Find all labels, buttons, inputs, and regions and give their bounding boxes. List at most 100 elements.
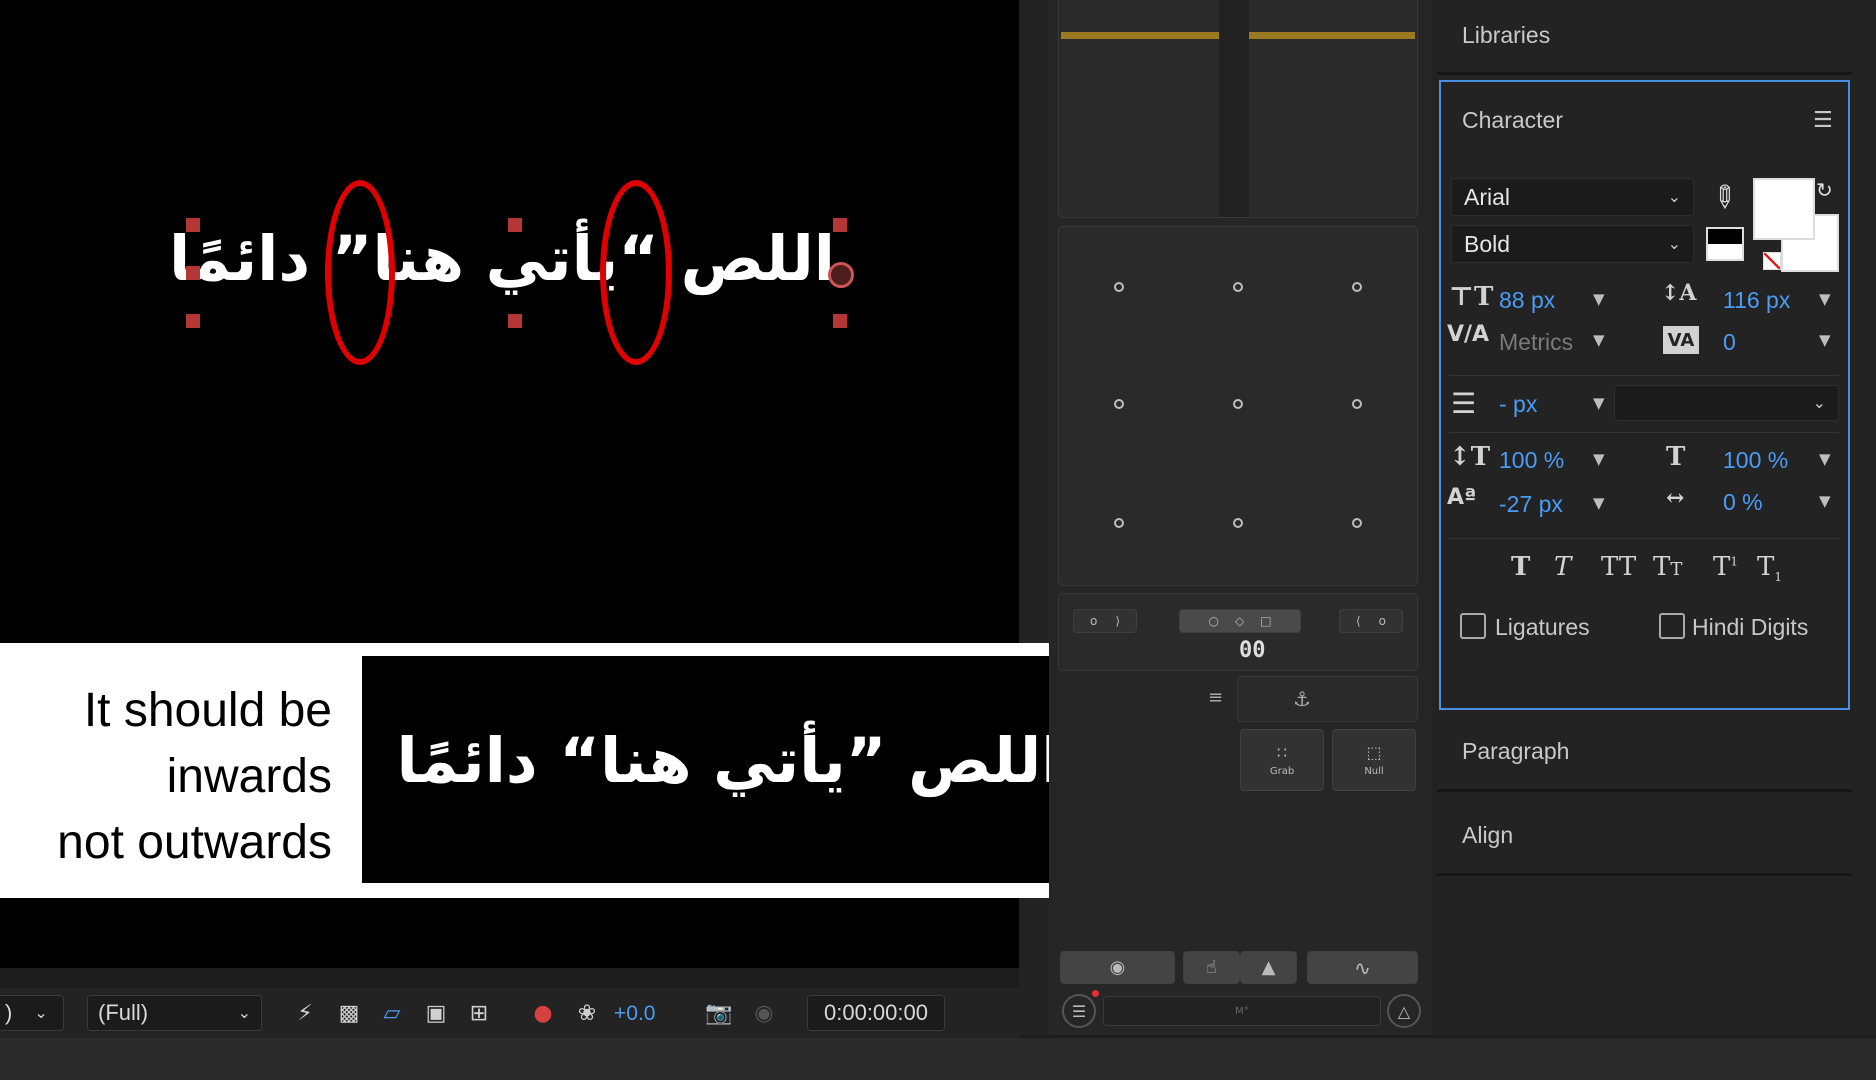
pin-strip: ≡ ⚓ — [1208, 676, 1418, 722]
null-label: Null — [1364, 766, 1384, 777]
view-button[interactable]: ◉ — [1060, 951, 1175, 984]
grid-dot[interactable] — [1233, 399, 1243, 409]
right-toggle-button[interactable]: ⟨ o — [1339, 609, 1403, 633]
black-white-swatch[interactable] — [1706, 227, 1744, 261]
curve-icon: ∿ — [1354, 955, 1371, 980]
grid-guides-icon[interactable]: ⊞ — [463, 997, 495, 1029]
alignment-grid — [1058, 226, 1418, 586]
character-panel: Character ☰ Arial ⌄ Bold ⌄ ✎ ↻ ⊤T 88 px … — [1439, 80, 1850, 710]
separator — [1437, 72, 1852, 75]
grid-dot[interactable] — [1114, 282, 1124, 292]
grid-dot[interactable] — [1233, 282, 1243, 292]
tracking-dropdown-icon[interactable]: ▼ — [1819, 331, 1831, 349]
fast-previews-icon[interactable]: ⚡ — [289, 997, 321, 1029]
small-caps-icon[interactable]: TT — [1653, 552, 1682, 582]
bbox-handle-bottom-mid[interactable] — [508, 314, 522, 328]
font-style-dropdown[interactable]: Bold ⌄ — [1451, 225, 1694, 263]
bbox-handle-top-mid[interactable] — [508, 218, 522, 232]
horizontal-scale-dropdown-icon[interactable]: ▼ — [1819, 450, 1831, 468]
annotation-text: It should be inwards not outwards — [10, 678, 332, 876]
align-tab[interactable]: Align — [1462, 822, 1513, 849]
stamp-tool-button[interactable]: ▲ — [1240, 951, 1297, 984]
vertical-scale-dropdown-icon[interactable]: ▼ — [1593, 450, 1605, 468]
horizontal-scale-value[interactable]: 100 % — [1723, 447, 1788, 474]
tracking-value[interactable]: 0 — [1723, 329, 1736, 356]
kerning-value[interactable]: Metrics — [1499, 329, 1573, 356]
grab-button[interactable]: ∷ Grab — [1240, 729, 1324, 791]
curve-button[interactable]: ∿ — [1307, 951, 1418, 984]
grid-dot[interactable] — [1233, 518, 1243, 528]
vertical-scale-value[interactable]: 100 % — [1499, 447, 1564, 474]
grid-dot[interactable] — [1352, 518, 1362, 528]
bbox-handle-top-left[interactable] — [186, 218, 200, 232]
anchor-icon[interactable]: ⚓ — [1293, 687, 1311, 711]
font-size-dropdown-icon[interactable]: ▼ — [1593, 290, 1605, 308]
stroke-width-value[interactable]: - px — [1499, 391, 1537, 418]
right-toggle-label: o — [1378, 614, 1387, 628]
arabic-text-layer[interactable]: اللص “يأتي هنا” دائمًا — [169, 222, 835, 295]
ligatures-checkbox[interactable] — [1460, 613, 1486, 639]
tsume-dropdown-icon[interactable]: ▼ — [1819, 492, 1831, 510]
panel-menu-icon[interactable]: ☰ — [1813, 108, 1833, 133]
expression-field[interactable]: M° — [1103, 996, 1381, 1026]
settings-icon[interactable]: ☰ — [1062, 994, 1096, 1028]
resolution-value: (Full) — [98, 1000, 149, 1025]
bbox-handle-bottom-right[interactable] — [833, 314, 847, 328]
faux-bold-icon[interactable]: T — [1511, 552, 1530, 582]
baseline-shift-dropdown-icon[interactable]: ▼ — [1593, 494, 1605, 512]
horizontal-scale-icon: T — [1666, 442, 1686, 472]
hindi-digits-checkbox[interactable] — [1659, 613, 1685, 639]
fill-color-swatch[interactable] — [1753, 178, 1815, 240]
font-family-dropdown[interactable]: Arial ⌄ — [1451, 178, 1694, 216]
leading-icon: ↕A — [1661, 280, 1697, 306]
hand-tool-button[interactable]: ☝ — [1183, 951, 1240, 984]
grid-dot[interactable] — [1352, 399, 1362, 409]
font-size-value[interactable]: 88 px — [1499, 287, 1555, 314]
resolution-dropdown[interactable]: (Full) ⌄ — [87, 995, 262, 1031]
leading-value[interactable]: 116 px — [1723, 287, 1790, 314]
tsume-value[interactable]: 0 % — [1723, 489, 1763, 516]
grid-dot[interactable] — [1114, 399, 1124, 409]
leading-dropdown-icon[interactable]: ▼ — [1819, 290, 1831, 308]
swap-colors-icon[interactable]: ↻ — [1816, 178, 1833, 202]
corrected-arabic-text: اللص ”يأتي هنا“ دائمًا — [396, 724, 1063, 797]
partial-digits: 00 — [1239, 638, 1266, 663]
stroke-width-icon: ☰ — [1451, 387, 1477, 420]
region-of-interest-icon[interactable]: ▣ — [420, 997, 452, 1029]
baseline-shift-value[interactable]: -27 px — [1499, 491, 1563, 518]
shape-selector[interactable]: ○ ◇ □ — [1179, 609, 1301, 633]
libraries-tab[interactable]: Libraries — [1462, 22, 1550, 49]
anchor-point-icon[interactable] — [828, 262, 854, 288]
stroke-type-dropdown[interactable]: ⌄ — [1614, 385, 1839, 421]
channel-icon[interactable]: ● — [527, 997, 559, 1029]
list-icon[interactable]: ≡ — [1208, 687, 1223, 708]
bbox-handle-top-right[interactable] — [833, 218, 847, 232]
subscript-icon[interactable]: T1 — [1757, 552, 1782, 584]
grid-dot[interactable] — [1114, 518, 1124, 528]
stamp-icon: ▲ — [1261, 957, 1276, 978]
mask-visibility-icon[interactable]: ▱ — [376, 997, 408, 1029]
grid-dot[interactable] — [1352, 282, 1362, 292]
all-caps-icon[interactable]: TT — [1601, 552, 1636, 582]
exposure-value[interactable]: +0.0 — [614, 1002, 655, 1026]
superscript-icon[interactable]: T1 — [1713, 552, 1738, 582]
null-button[interactable]: ⬚ Null — [1332, 729, 1416, 791]
kerning-dropdown-icon[interactable]: ▼ — [1593, 331, 1605, 349]
eyedropper-icon[interactable]: ✎ — [1702, 176, 1745, 219]
chevron-down-icon: ⌄ — [1667, 236, 1681, 253]
no-color-swatch[interactable] — [1763, 252, 1781, 270]
show-snapshot-icon[interactable]: ◉ — [748, 997, 780, 1029]
bbox-handle-mid-left[interactable] — [186, 266, 200, 280]
stroke-width-dropdown-icon[interactable]: ▼ — [1593, 394, 1605, 412]
faux-italic-icon[interactable]: T — [1554, 552, 1571, 582]
left-toggle-button[interactable]: o ⟩ — [1073, 609, 1137, 633]
timecode-field[interactable]: 0:00:00:00 — [807, 995, 945, 1031]
transparency-grid-icon[interactable]: ▩ — [333, 997, 365, 1029]
color-management-icon[interactable]: ❀ — [571, 997, 603, 1029]
paragraph-tab[interactable]: Paragraph — [1462, 738, 1569, 765]
bbox-handle-bottom-left[interactable] — [186, 314, 200, 328]
triangle-warning-icon[interactable]: △ — [1387, 994, 1421, 1028]
magnification-dropdown[interactable]: ) ⌄ — [0, 995, 64, 1031]
snapshot-camera-icon[interactable]: 📷 — [703, 997, 735, 1029]
left-toggle-label: o — [1089, 614, 1098, 628]
